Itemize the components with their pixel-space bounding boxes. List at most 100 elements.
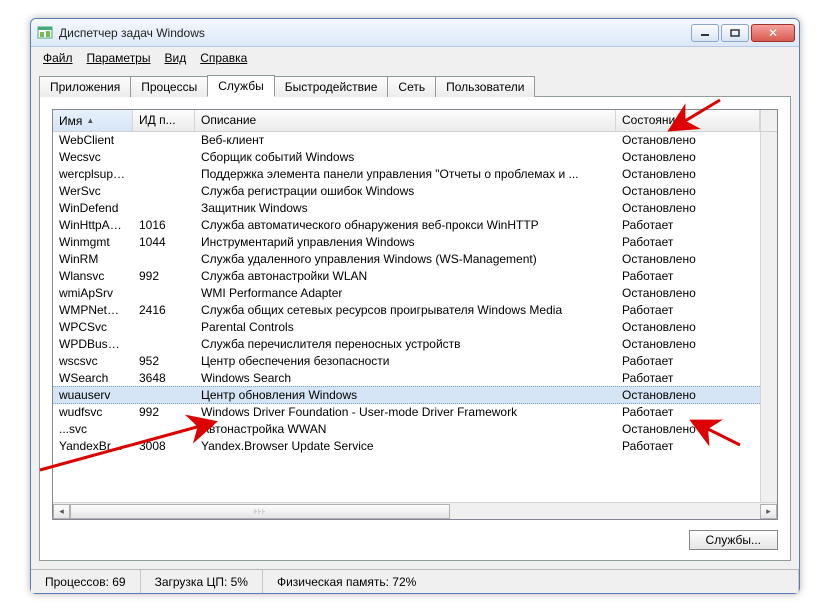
- menu-help[interactable]: Справка: [194, 49, 253, 67]
- tab-applications[interactable]: Приложения: [39, 76, 131, 97]
- tabs: Приложения Процессы Службы Быстродействи…: [31, 69, 799, 96]
- status-memory: Физическая память: 72%: [263, 570, 799, 593]
- menu-view[interactable]: Вид: [158, 49, 192, 67]
- tab-users[interactable]: Пользователи: [435, 76, 535, 97]
- cell-name: wercplsupport: [53, 166, 133, 183]
- cell-desc: Сборщик событий Windows: [195, 149, 616, 166]
- table-row[interactable]: wmiApSrvWMI Performance AdapterОстановле…: [53, 285, 760, 302]
- column-pid[interactable]: ИД п...: [133, 110, 195, 131]
- cell-desc: Защитник Windows: [195, 200, 616, 217]
- table-row[interactable]: WinDefend Защитник WindowsОстановлено: [53, 200, 760, 217]
- services-button[interactable]: Службы...: [689, 530, 778, 550]
- cell-state: Остановлено: [616, 183, 760, 200]
- cell-state: Остановлено: [616, 285, 760, 302]
- table-row[interactable]: WPCSvcParental ControlsОстановлено: [53, 319, 760, 336]
- table-row[interactable]: WSearch3648Windows SearchРаботает: [53, 370, 760, 387]
- table-row[interactable]: YandexBro...3008Yandex.Browser Update Se…: [53, 438, 760, 455]
- tab-network[interactable]: Сеть: [387, 76, 436, 97]
- table-row[interactable]: WebClientВеб-клиентОстановлено: [53, 132, 760, 149]
- cell-desc: Windows Search: [195, 370, 616, 387]
- cell-state: Работает: [616, 234, 760, 251]
- column-name[interactable]: Имя ▲: [53, 110, 133, 131]
- table-row[interactable]: ...svcАвтонастройка WWANОстановлено: [53, 421, 760, 438]
- list-body[interactable]: WebClientВеб-клиентОстановленоWecsvc Сбор…: [53, 132, 760, 502]
- cell-state: Работает: [616, 438, 760, 455]
- cell-pid: [133, 166, 195, 183]
- status-cpu: Загрузка ЦП: 5%: [141, 570, 263, 593]
- cell-pid: 1016: [133, 217, 195, 234]
- cell-desc: Yandex.Browser Update Service: [195, 438, 616, 455]
- cell-pid: 1044: [133, 234, 195, 251]
- cell-state: Работает: [616, 370, 760, 387]
- hscroll-thumb[interactable]: ꜔꜔꜔: [70, 504, 450, 519]
- header-scroll-spacer: [760, 110, 777, 131]
- cell-name: WinDefend: [53, 200, 133, 217]
- table-row[interactable]: WecsvcСборщик событий WindowsОстановлено: [53, 149, 760, 166]
- cell-state: Остановлено: [616, 166, 760, 183]
- cell-desc: Windows Driver Foundation - User-mode Dr…: [195, 404, 616, 421]
- close-button[interactable]: ✕: [751, 24, 795, 42]
- cell-name: WMPNetwo...: [53, 302, 133, 319]
- window-title: Диспетчер задач Windows: [59, 26, 691, 40]
- table-row[interactable]: wscsvc952Центр обеспечения безопасностиР…: [53, 353, 760, 370]
- task-manager-window: Диспетчер задач Windows ✕ Файл Параметры…: [30, 18, 800, 594]
- cell-state: Работает: [616, 268, 760, 285]
- hscroll-track[interactable]: ꜔꜔꜔: [70, 504, 760, 519]
- hscroll-left-button[interactable]: ◂: [53, 504, 70, 519]
- cell-pid: [133, 149, 195, 166]
- cell-name: WPDBusEnum: [53, 336, 133, 353]
- tab-services[interactable]: Службы: [207, 75, 274, 97]
- maximize-button[interactable]: [721, 24, 749, 42]
- horizontal-scrollbar[interactable]: ◂ ꜔꜔꜔ ▸: [53, 502, 777, 519]
- menubar: Файл Параметры Вид Справка: [31, 47, 799, 69]
- cell-state: Остановлено: [616, 336, 760, 353]
- cell-desc: WMI Performance Adapter: [195, 285, 616, 302]
- table-row[interactable]: wercplsupport Поддержка элемента панели у…: [53, 166, 760, 183]
- cell-desc: Служба общих сетевых ресурсов проигрыват…: [195, 302, 616, 319]
- tab-performance[interactable]: Быстродействие: [274, 76, 389, 97]
- menu-file[interactable]: Файл: [37, 49, 79, 67]
- status-processes: Процессов: 69: [31, 570, 141, 593]
- table-row[interactable]: Wlansvc992Служба автонастройки WLANРабот…: [53, 268, 760, 285]
- table-row[interactable]: WMPNetwo...2416Служба общих сетевых ресу…: [53, 302, 760, 319]
- cell-name: Wecsvc: [53, 149, 133, 166]
- statusbar: Процессов: 69 Загрузка ЦП: 5% Физическая…: [31, 569, 799, 593]
- cell-name: Wlansvc: [53, 268, 133, 285]
- cell-desc: Автонастройка WWAN: [195, 421, 616, 438]
- vertical-scrollbar[interactable]: [760, 132, 777, 502]
- app-icon: [37, 25, 53, 41]
- cell-name: WinRM: [53, 251, 133, 268]
- table-row[interactable]: wudfsvc992Windows Driver Foundation - Us…: [53, 404, 760, 421]
- cell-desc: Служба перечислителя переносных устройст…: [195, 336, 616, 353]
- table-row[interactable]: WinHttpAut...1016Служба автоматического …: [53, 217, 760, 234]
- cell-state: Остановлено: [616, 387, 760, 403]
- column-name-label: Имя: [59, 114, 82, 128]
- minimize-button[interactable]: [691, 24, 719, 42]
- cell-state: Работает: [616, 217, 760, 234]
- cell-pid: [133, 132, 195, 149]
- table-row[interactable]: wuauservЦентр обновления WindowsОстановл…: [53, 386, 760, 404]
- cell-desc: Инструментарий управления Windows: [195, 234, 616, 251]
- table-row[interactable]: WPDBusEnum Служба перечислителя переносны…: [53, 336, 760, 353]
- cell-desc: Веб-клиент: [195, 132, 616, 149]
- table-row[interactable]: WerSvcСлужба регистрации ошибок WindowsО…: [53, 183, 760, 200]
- cell-pid: [133, 285, 195, 302]
- column-description[interactable]: Описание: [195, 110, 616, 131]
- table-row[interactable]: WinRMСлужба удаленного управления Window…: [53, 251, 760, 268]
- menu-options[interactable]: Параметры: [81, 49, 157, 67]
- column-state[interactable]: Состояние: [616, 110, 760, 131]
- cell-state: Работает: [616, 353, 760, 370]
- cell-state: Работает: [616, 404, 760, 421]
- titlebar[interactable]: Диспетчер задач Windows ✕: [31, 19, 799, 47]
- cell-pid: [133, 251, 195, 268]
- hscroll-right-button[interactable]: ▸: [760, 504, 777, 519]
- cell-pid: [133, 387, 195, 403]
- cell-desc: Поддержка элемента панели управления "От…: [195, 166, 616, 183]
- table-row[interactable]: Winmgmt1044Инструментарий управления Win…: [53, 234, 760, 251]
- cell-name: WinHttpAut...: [53, 217, 133, 234]
- cell-desc: Служба регистрации ошибок Windows: [195, 183, 616, 200]
- tab-processes[interactable]: Процессы: [130, 76, 208, 97]
- cell-pid: [133, 421, 195, 438]
- cell-state: Остановлено: [616, 200, 760, 217]
- cell-name: wudfsvc: [53, 404, 133, 421]
